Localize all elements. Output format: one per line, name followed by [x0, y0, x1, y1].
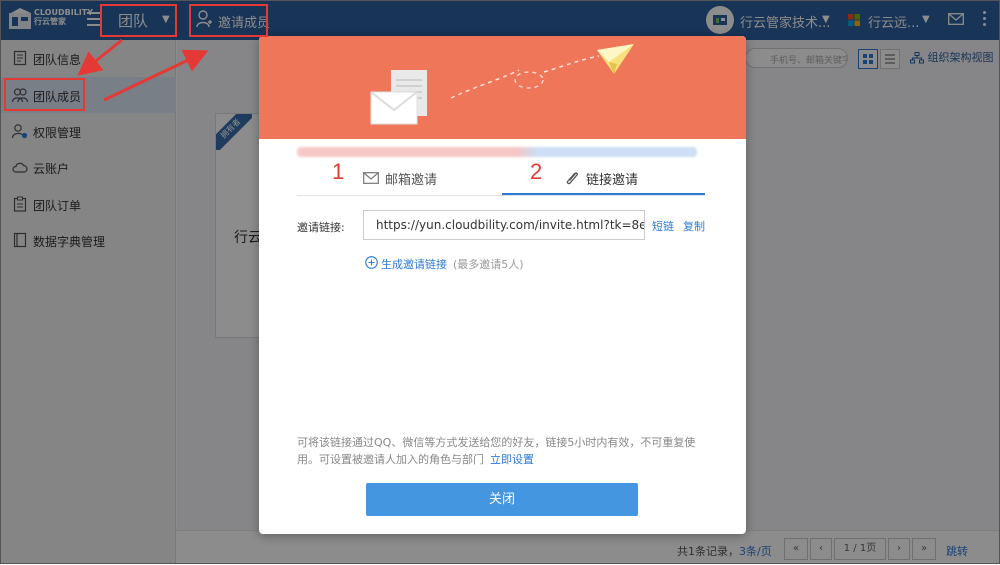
- blurred-text: [297, 147, 697, 157]
- invite-tabs: 1 邮箱邀请 2 链接邀请: [297, 159, 705, 196]
- generate-hint: (最多邀请5人): [453, 258, 524, 271]
- annotation-box-team: [100, 4, 177, 37]
- dialog-header: [259, 36, 746, 139]
- annotation-box-members: [4, 78, 85, 111]
- envelope-illustration-icon: [370, 70, 427, 125]
- set-now-link[interactable]: 立即设置: [490, 453, 534, 466]
- mail-icon: [363, 172, 379, 184]
- close-button[interactable]: 关闭: [366, 483, 638, 516]
- active-tab-indicator: [502, 193, 705, 195]
- copy-link-button[interactable]: 复制: [683, 218, 705, 234]
- invite-link-field[interactable]: https://yun.cloudbility.com/invite.html?…: [363, 210, 645, 240]
- paper-plane-icon: [450, 44, 634, 99]
- tab-email-invite[interactable]: 1 邮箱邀请: [297, 159, 497, 194]
- link-note: 可将该链接通过QQ、微信等方式发送给您的好友，链接5小时内有效，不可重复使用。可…: [297, 436, 696, 466]
- annotation-box-invite: [189, 4, 268, 37]
- invite-link-label: 邀请链接:: [297, 221, 345, 234]
- paperclip-icon: [566, 172, 578, 185]
- plus-circle-icon: [365, 256, 378, 269]
- invite-dialog: 1 邮箱邀请 2 链接邀请 邀请链接: https://yun.cloudbil…: [259, 36, 746, 534]
- short-link-button[interactable]: 短链: [652, 218, 674, 234]
- tab-link-invite[interactable]: 2 链接邀请: [502, 159, 705, 194]
